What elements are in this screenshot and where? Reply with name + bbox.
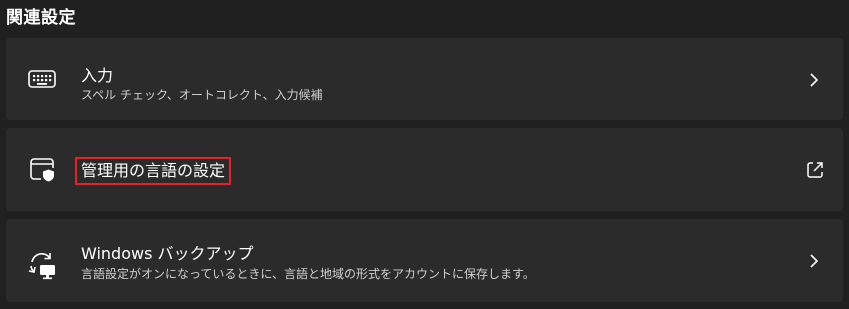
settings-item-title: 入力	[81, 66, 114, 85]
external-link-icon	[806, 161, 824, 179]
chevron-right-icon	[807, 253, 821, 268]
settings-item-admin-language[interactable]: 管理用の言語の設定	[6, 128, 843, 211]
settings-item-subtitle: 言語設定がオンになっているときに、言語と地域の形式をアカウントに保存します。	[81, 267, 535, 281]
settings-item-title: 管理用の言語の設定	[75, 157, 232, 185]
settings-item-windows-backup[interactable]: Windows バックアップ 言語設定がオンになっているときに、言語と地域の形式…	[6, 219, 843, 302]
settings-item-input[interactable]: 入力 スペル チェック、オートコレクト、入力候補	[6, 38, 843, 120]
section-title: 関連設定	[6, 8, 76, 28]
chevron-right-icon	[807, 72, 821, 87]
keyboard-icon	[26, 63, 58, 95]
settings-item-subtitle: スペル チェック、オートコレクト、入力候補	[81, 88, 323, 102]
admin-shield-window-icon	[26, 153, 58, 185]
backup-sync-icon	[26, 249, 58, 281]
settings-item-title: Windows バックアップ	[81, 244, 254, 263]
